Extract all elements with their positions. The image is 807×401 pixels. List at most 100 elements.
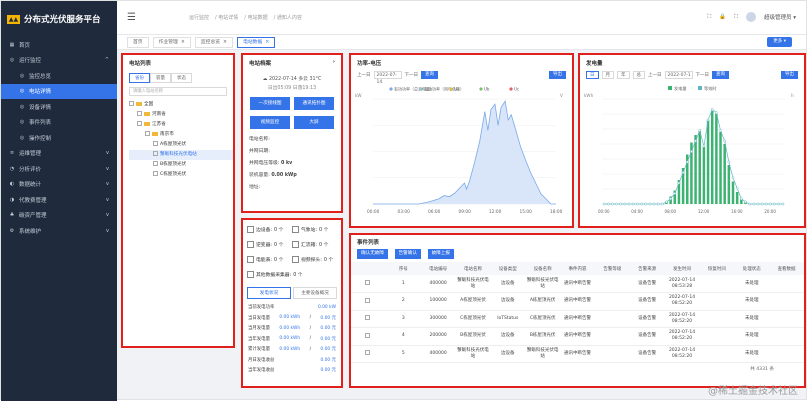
tree-node-selected[interactable]: 蟹蛎科技光伏电站 [129, 150, 233, 160]
breadcrumb-item[interactable]: / 电站数据 [244, 14, 267, 21]
expand-icon[interactable]: ⛶ [734, 14, 738, 21]
sidebar-item-9[interactable]: ◐ 数据统计 v [1, 177, 117, 193]
breadcrumb-item[interactable]: 运行监控 [189, 14, 209, 21]
date-picker[interactable]: 2022-07-1 [664, 71, 693, 79]
checkbox[interactable] [153, 161, 158, 166]
stat-label: 当前发电功率 [248, 305, 275, 311]
stat-value: 0.00 元 [320, 326, 336, 332]
tree-node[interactable]: B栋屋顶光伏 [129, 160, 233, 170]
caret-icon: v [106, 227, 109, 234]
table-row[interactable]: 2 100000 A栋屋顶光伏 边设备 A栋屋顶光伏 通讯中断告警 设备告警 2022-07-… [351, 292, 804, 311]
tree-node[interactable]: 全国 [129, 100, 233, 110]
chevron-right-icon[interactable]: › [333, 59, 335, 67]
table-cell: 设备告警 [629, 310, 665, 328]
checkbox[interactable] [153, 171, 158, 176]
query-button[interactable]: 查询 [421, 71, 438, 79]
topology-button[interactable]: 通讯拓扑图 [294, 97, 334, 110]
checkbox[interactable] [364, 297, 370, 303]
close-icon[interactable]: × [265, 38, 269, 47]
checkbox[interactable] [364, 350, 370, 356]
video-monitor-button[interactable]: 视频监控 [250, 116, 290, 129]
tab-job-management[interactable]: 作业管理 × [152, 36, 191, 48]
table-row[interactable]: 4 200000 B栋屋顶光伏 边设备 B栋屋顶光伏 通讯中断告警 设备告警 2022-07-… [351, 327, 804, 346]
checkbox[interactable] [137, 121, 142, 126]
fault-report-button[interactable]: 故障上报 [427, 249, 454, 259]
table-row[interactable]: 3 300000 C栋屋顶光伏 IoTStatus C栋屋顶光伏 通讯中断告警 设备告警 20… [351, 310, 804, 328]
sidebar-item-6[interactable]: ◎ 操作控制 [1, 130, 117, 146]
tab-station-data[interactable]: 电站数据 × [237, 36, 276, 48]
range-year[interactable]: 年 [617, 71, 630, 79]
range-day[interactable]: 日 [586, 71, 599, 79]
checkbox[interactable] [129, 101, 134, 106]
export-button[interactable]: 导出 [781, 71, 798, 79]
row-checkbox[interactable] [351, 292, 386, 311]
sidebar-item-4[interactable]: ◎ 设备详情 [1, 99, 117, 115]
sidebar-item-12[interactable]: ⚙ 系统维护 v [1, 223, 117, 239]
filter-capacity[interactable]: 容量 [150, 73, 171, 83]
filter-status[interactable]: 状态 [171, 73, 192, 83]
pagination[interactable]: 共 4331 条 [750, 366, 774, 372]
more-tabs-button[interactable]: 更多 ▾ [767, 37, 792, 47]
range-total[interactable]: 总 [632, 71, 645, 79]
app-logo[interactable]: ▲▲ 分布式光伏服务平台 [1, 1, 117, 37]
tree-node[interactable]: 江苏省 [129, 120, 233, 130]
prev-day-button[interactable]: 上一日 [357, 72, 371, 78]
date-picker[interactable]: 2022-07-14 [373, 71, 402, 85]
sidebar-item-7[interactable]: ≡ 运维管理 v [1, 146, 117, 162]
alarm-confirm-button[interactable]: 告警确认 [394, 249, 421, 259]
stat-label: 当年发电收益 [248, 368, 275, 374]
next-day-button[interactable]: 下一日 [405, 72, 419, 78]
breadcrumb-item[interactable]: / 电站详情 [215, 14, 238, 21]
event-table: 序号 电站编号 电站名称 设备类型 设备名称 事件内容 告警等级 告警来源 发生时间 恢复时间 处理… [351, 262, 804, 363]
sidebar-item-0[interactable]: ▦ 首页 [1, 37, 117, 53]
table-row[interactable]: 1 400000 蟹蛎科技光伏电站 边设备 蟹蛎科技光伏电站 通讯中断告警 设备告警 2022… [351, 275, 804, 293]
row-checkbox[interactable] [351, 275, 386, 293]
tree-node[interactable]: 南京市 [129, 130, 233, 140]
avatar[interactable] [745, 12, 756, 22]
query-button[interactable]: 查询 [712, 71, 729, 79]
sidebar-item-11[interactable]: ♣ 碳资产管理 v [1, 208, 117, 224]
sidebar-item-1[interactable]: ◎ 运行监控 ^ [1, 53, 117, 69]
tab-monitor-overview[interactable]: 监控总览 × [194, 36, 234, 48]
export-button[interactable]: 导出 [549, 71, 566, 79]
row-checkbox[interactable] [351, 310, 386, 328]
checkbox[interactable] [153, 141, 158, 146]
user-name[interactable]: 超级管理员 ▾ [764, 13, 796, 21]
checkbox[interactable] [364, 332, 370, 338]
fullscreen-icon[interactable]: ⛶ [707, 14, 711, 21]
tab-generation-status[interactable]: 发电状况 [247, 287, 291, 299]
stat-separator: / [309, 336, 312, 342]
sidebar-item-8[interactable]: ◔ 分析评价 v [1, 161, 117, 177]
station-search-input[interactable]: 请输入电站名称 [129, 87, 227, 96]
lock-icon[interactable]: 🔒 [719, 14, 726, 20]
tree-node[interactable]: 河南省 [129, 110, 233, 120]
checkbox[interactable] [137, 111, 142, 116]
next-day-button[interactable]: 下一日 [696, 72, 710, 78]
prev-day-button[interactable]: 上一日 [648, 72, 662, 78]
tree-node[interactable]: C栋屋顶光伏 [129, 170, 233, 180]
tab-home[interactable]: 首页 [127, 36, 149, 48]
point [739, 197, 743, 201]
wiring-diagram-button[interactable]: 一次接线图 [250, 97, 290, 110]
big-screen-button[interactable]: 大屏 [294, 116, 334, 129]
sidebar-item-10[interactable]: ◑ 代教费管理 v [1, 192, 117, 208]
row-checkbox[interactable] [351, 327, 386, 346]
close-icon[interactable]: × [181, 38, 185, 47]
checkbox[interactable] [364, 280, 370, 285]
table-row[interactable]: 5 400000 蟹蛎科技光伏电站 边设备 蟹蛎科技光伏电站 通讯中断告警 设备告警 2022… [351, 345, 804, 363]
checkbox[interactable] [153, 151, 158, 156]
checkbox[interactable] [145, 131, 150, 136]
close-icon[interactable]: × [223, 38, 227, 47]
sidebar-item-3[interactable]: ◎ 电站详情 [1, 83, 117, 99]
sidebar-item-5[interactable]: ◎ 事件列表 [1, 115, 117, 131]
tree-node[interactable]: A栋屋顶光伏 [129, 140, 233, 150]
menu-toggle-icon[interactable]: ☰ [127, 12, 141, 23]
tab-device-overview[interactable]: 主要设备概况 [293, 287, 337, 299]
checkbox[interactable] [364, 315, 370, 321]
sidebar-item-2[interactable]: ◎ 监控总览 [1, 68, 117, 84]
filter-province[interactable]: 省份 [129, 73, 150, 83]
range-month[interactable]: 月 [601, 71, 614, 79]
confirm-no-fault-button[interactable]: 确认无故障 [357, 249, 388, 259]
row-checkbox[interactable] [351, 345, 386, 363]
energy-chart-panel: 发电量 日 月 年 总 上一日 2022-07-1 下一日 查询 导出 发电量等… [578, 53, 806, 228]
